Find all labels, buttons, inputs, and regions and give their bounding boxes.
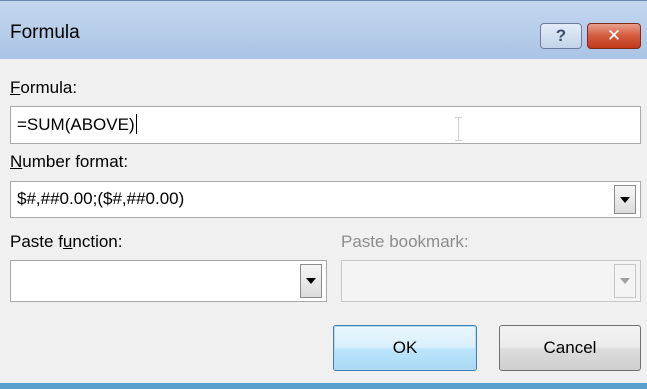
- formula-label: Formula:: [10, 78, 77, 98]
- dialog-title: Formula: [10, 22, 80, 43]
- number-format-dropdown-button[interactable]: [614, 185, 636, 214]
- cancel-button[interactable]: Cancel: [499, 325, 641, 371]
- paste-function-combobox[interactable]: [10, 260, 327, 302]
- formula-label-text: ormula:: [20, 78, 78, 97]
- number-format-label-text: umber format:: [22, 152, 129, 171]
- paste-bookmark-combobox: [341, 260, 641, 302]
- paste-bookmark-label: Paste bookmark:: [341, 232, 469, 251]
- formula-label-accelerator: F: [10, 78, 21, 97]
- paste-function-label-accelerator: u: [62, 232, 73, 251]
- close-icon: ✕: [606, 26, 622, 45]
- number-format-label: Number format:: [10, 152, 128, 172]
- title-bar[interactable]: Formula ? ✕: [0, 1, 647, 59]
- ok-button[interactable]: OK: [333, 325, 477, 371]
- paste-function-label-start: Paste f: [10, 232, 63, 251]
- paste-bookmark-dropdown-button: [614, 264, 636, 298]
- paste-function-dropdown-button[interactable]: [300, 264, 322, 298]
- number-format-value: $#,##0.00;($#,##0.00): [17, 189, 185, 208]
- paste-function-label: Paste function:: [10, 232, 122, 252]
- text-caret: [135, 114, 137, 134]
- question-mark-icon: ?: [555, 26, 567, 45]
- window-bottom-border: [0, 383, 647, 389]
- ibeam-cursor-icon: [455, 117, 462, 141]
- chevron-down-icon: [306, 278, 316, 284]
- number-format-label-accelerator: N: [10, 152, 23, 171]
- close-button[interactable]: ✕: [587, 23, 641, 49]
- help-button[interactable]: ?: [540, 23, 582, 49]
- chevron-down-icon: [620, 196, 630, 203]
- formula-dialog: Formula ? ✕ Formula: =SUM(ABOVE) Number …: [0, 0, 647, 389]
- number-format-combobox[interactable]: $#,##0.00;($#,##0.00): [10, 181, 641, 218]
- formula-input-value: =SUM(ABOVE): [17, 114, 137, 135]
- chevron-down-icon: [620, 278, 630, 284]
- paste-function-label-end: nction:: [72, 232, 123, 251]
- formula-input[interactable]: =SUM(ABOVE): [10, 106, 641, 144]
- formula-value-text: =SUM(ABOVE): [17, 115, 135, 134]
